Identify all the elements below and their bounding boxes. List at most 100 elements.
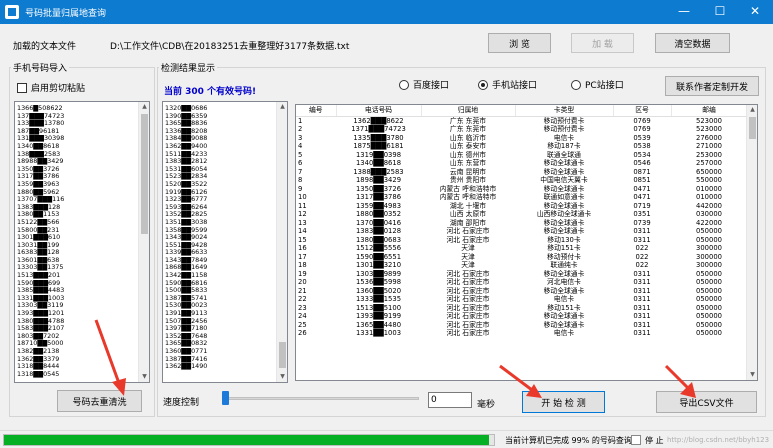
list-item[interactable]: 1397██7180: [163, 325, 287, 333]
results-table[interactable]: 编号 电话号码 归属地 卡类型 区号 邮编 1 1362███8622 广东 东莞市 移动预付费…: [295, 104, 758, 381]
checkbox-box[interactable]: [17, 82, 27, 93]
table-row[interactable]: 8 1898██3429 贵州 贵阳市 中国电信天翼卡 0851 550000: [296, 176, 747, 185]
list-item[interactable]: 1360██0771: [163, 348, 287, 356]
list-item[interactable]: 1391██9113: [163, 310, 287, 318]
list-item[interactable]: 1393███1201: [15, 310, 149, 318]
list-item[interactable]: 1343██7849: [163, 257, 287, 265]
list-item[interactable]: 1362██9400: [163, 143, 287, 151]
list-item[interactable]: 1359██3963: [15, 181, 149, 189]
list-item[interactable]: 1343██9024: [163, 234, 287, 242]
radio-circle[interactable]: [399, 79, 409, 90]
speed-slider[interactable]: [222, 391, 419, 405]
column-header[interactable]: 卡类型: [515, 105, 614, 117]
scroll-down-icon[interactable]: ▼: [747, 370, 757, 380]
column-header[interactable]: 区号: [613, 105, 672, 117]
list-item[interactable]: 1317██3786: [15, 173, 149, 181]
list-item[interactable]: 1551██9428: [163, 242, 287, 250]
table-row[interactable]: 12 1880██0352 山西 太原市 山西移动全球通卡 0351 030000: [296, 210, 747, 219]
table-row[interactable]: 25 1365██4480 河北 石家庄市 移动全球通卡 0311 050000: [296, 321, 747, 330]
results-scrollbar[interactable]: ▲ ▼: [746, 105, 757, 380]
radio-circle[interactable]: [571, 79, 581, 90]
table-row[interactable]: 2 1371███74723 广东 东莞市 移动预付费卡 0769 523000: [296, 125, 747, 134]
list-item[interactable]: 1500██5833: [163, 287, 287, 295]
scroll-down-icon[interactable]: ▼: [139, 372, 149, 382]
list-item[interactable]: 1365██8836: [163, 120, 287, 128]
table-row[interactable]: 6 1340██8618 山东 东营市 移动全球通卡 0546 257000: [296, 159, 747, 168]
list-item[interactable]: 1513███201: [15, 272, 149, 280]
list-item[interactable]: 1350██3726: [15, 166, 149, 174]
list-item[interactable]: 1384██9088: [163, 135, 287, 143]
table-row[interactable]: 20 1536██5998 河北 石家庄市 河北电信卡 0311 050000: [296, 278, 747, 287]
table-row[interactable]: 21 1360██5020 河北 石家庄市 移动全球通卡 0311 050000: [296, 287, 747, 296]
list-item[interactable]: 1507██2456: [163, 318, 287, 326]
list-item[interactable]: 1387██7416: [163, 356, 287, 364]
load-button[interactable]: 加 载: [571, 33, 634, 53]
radio-pc[interactable]: PC站接口: [571, 78, 624, 91]
table-row[interactable]: 22 1333██1535 河北 石家庄市 电信卡 0311 050000: [296, 295, 747, 304]
table-row[interactable]: 19 1303██9899 河北 石家庄市 移动全球通卡 0311 050000: [296, 270, 747, 279]
list-item[interactable]: 1919██6126: [163, 189, 287, 197]
list-item[interactable]: 1590██6816: [163, 280, 287, 288]
list-item[interactable]: 1380██1153: [15, 211, 149, 219]
list-item[interactable]: 1390██6359: [163, 113, 287, 121]
list-item[interactable]: 1530██0023: [163, 302, 287, 310]
list-item[interactable]: 138███2583: [15, 151, 149, 159]
close-button[interactable]: ✕: [737, 0, 773, 24]
list-item[interactable]: 187██96181: [15, 128, 149, 136]
list-item[interactable]: 1358██9599: [163, 227, 287, 235]
list-item[interactable]: 13303██1375: [15, 264, 149, 272]
list-item[interactable]: 1352██2825: [163, 211, 287, 219]
list-item[interactable]: 18988██3429: [15, 158, 149, 166]
list-item[interactable]: 1590███699: [15, 280, 149, 288]
table-row[interactable]: 17 1590██6551 天津 移动预付卡 022 300000: [296, 253, 747, 262]
list-item[interactable]: 1385███4483: [15, 287, 149, 295]
table-row[interactable]: 9 1350██3726 内蒙古 呼和浩特市 移动全球通卡 0471 010000: [296, 185, 747, 194]
radio-mobile[interactable]: 手机站接口: [478, 78, 537, 91]
list-item[interactable]: 137███74723: [15, 113, 149, 121]
list-item[interactable]: 1880██5962: [15, 189, 149, 197]
table-row[interactable]: 4 1875███6181 山东 泰安市 移动187卡 0538 271000: [296, 142, 747, 151]
table-row[interactable]: 13 1370██0416 湖南 邵阳市 移动全球通卡 0739 422000: [296, 219, 747, 228]
list-item[interactable]: 1362██1490: [163, 363, 287, 371]
list-item[interactable]: 1351██3038: [163, 219, 287, 227]
table-row[interactable]: 16 1512██5556 天津 移动151卡 022 300000: [296, 244, 747, 253]
list-item[interactable]: 133███13780: [15, 120, 149, 128]
list-item[interactable]: 1336██8208: [163, 128, 287, 136]
list-item[interactable]: 16383██128: [15, 249, 149, 257]
list-item[interactable]: 1365██0832: [163, 340, 287, 348]
scroll-up-icon[interactable]: ▲: [139, 102, 149, 112]
table-row[interactable]: 18 1301██3210 天津 联通纯卡 022 300000: [296, 261, 747, 270]
table-row[interactable]: 11 1359██4983 湖北 十堰市 移动全球通卡 0719 442000: [296, 202, 747, 211]
column-header[interactable]: 归属地: [421, 105, 516, 117]
clipboard-checkbox[interactable]: 启用剪切粘贴: [17, 81, 85, 94]
table-row[interactable]: 5 1319██0398 山东 德州市 联通全球通 0534 253000: [296, 151, 747, 160]
table-row[interactable]: 14 1383██0128 河北 石家庄市 移动全球通卡 0311 050000: [296, 227, 747, 236]
list-item[interactable]: 15800██231: [15, 227, 149, 235]
list-item[interactable]: 13601██638: [15, 257, 149, 265]
list-item[interactable]: 1511██4233: [163, 151, 287, 159]
list-item[interactable]: 1531██6054: [163, 166, 287, 174]
scroll-thumb[interactable]: [749, 117, 756, 139]
clear-data-button[interactable]: 清空数据: [655, 33, 730, 53]
scroll-thumb[interactable]: [141, 114, 148, 234]
browse-button[interactable]: 浏 览: [488, 33, 551, 53]
stop-checkbox[interactable]: [631, 435, 641, 445]
list-item[interactable]: 1339██6633: [163, 249, 287, 257]
list-item[interactable]: 1320██0686: [163, 105, 287, 113]
column-header[interactable]: 编号: [296, 105, 337, 117]
table-row[interactable]: 1 1362███8622 广东 东莞市 移动预付费卡 0769 523000: [296, 116, 747, 125]
slider-thumb[interactable]: [222, 391, 229, 405]
scroll-thumb[interactable]: [279, 342, 286, 368]
contact-author-button[interactable]: 联系作者定制开发: [665, 76, 759, 96]
table-row[interactable]: 3 1335███3780 山东 临沂市 电信卡 0539 276000: [296, 134, 747, 143]
table-row[interactable]: 24 1393██9199 河北 石家庄市 移动全球通卡 0311 050000: [296, 312, 747, 321]
list-item[interactable]: 13031██199: [15, 242, 149, 250]
scroll-up-icon[interactable]: ▲: [277, 102, 287, 112]
table-row[interactable]: 23 1513██5100 河北 石家庄市 移动151卡 0311 050000: [296, 304, 747, 313]
radio-circle[interactable]: [478, 79, 488, 90]
list-item[interactable]: 131███30398: [15, 135, 149, 143]
minimize-button[interactable]: —: [666, 0, 702, 24]
list-item[interactable]: 13707███116: [15, 196, 149, 204]
list-item[interactable]: 1593██6264: [163, 204, 287, 212]
import-list-scrollbar[interactable]: ▲ ▼: [138, 102, 149, 382]
